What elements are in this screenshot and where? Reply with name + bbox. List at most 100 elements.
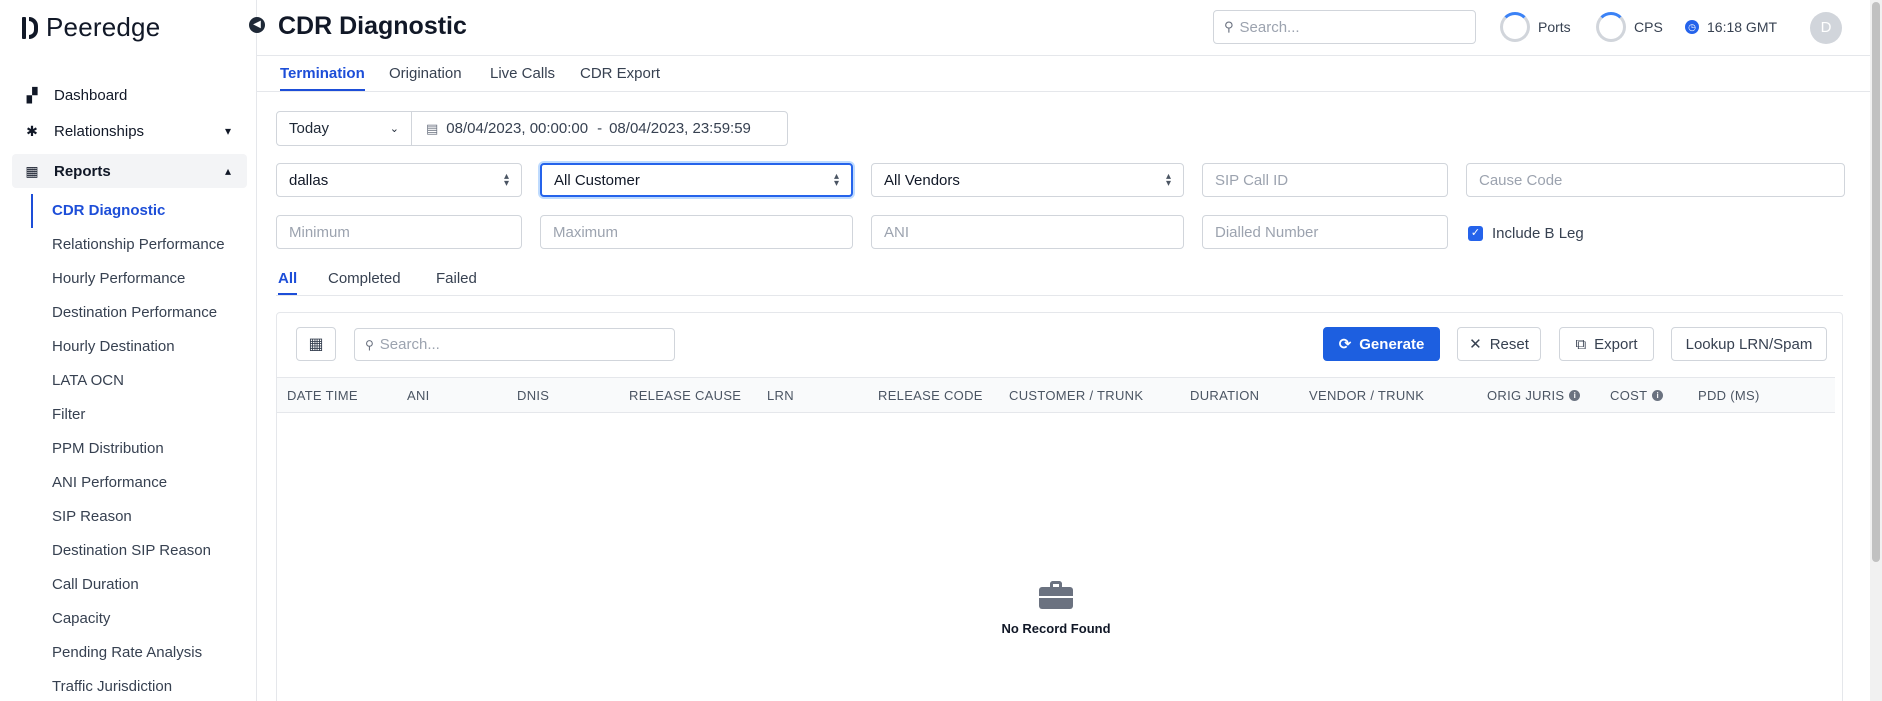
- column-label: DURATION: [1190, 388, 1260, 403]
- tab-completed[interactable]: Completed: [328, 270, 401, 293]
- tab-origination[interactable]: Origination: [389, 65, 462, 89]
- sidebar-subitem-filter[interactable]: Filter: [12, 398, 247, 432]
- cps-label: CPS: [1634, 19, 1663, 35]
- cause-code-input[interactable]: [1466, 163, 1845, 197]
- sidebar-subitem-lata-ocn[interactable]: LATA OCN: [12, 364, 247, 398]
- current-time: 16:18 GMT: [1707, 19, 1778, 35]
- table-header: DATE TIME ANI DNIS RELEASE CAUSE LRN REL…: [277, 377, 1835, 413]
- scrollbar-thumb[interactable]: [1872, 2, 1880, 562]
- sidebar-subitem-ani-performance[interactable]: ANI Performance: [12, 466, 247, 500]
- column-header-orig-juris[interactable]: ORIG JURIS i: [1487, 388, 1581, 403]
- tab-cdr-export[interactable]: CDR Export: [580, 65, 660, 89]
- column-header-release-code[interactable]: RELEASE CODE: [878, 388, 983, 403]
- external-link-icon: ⧉: [1575, 335, 1587, 353]
- tab-live-calls[interactable]: Live Calls: [490, 65, 555, 89]
- checkmark-icon: ✓: [1468, 226, 1483, 241]
- column-header-pdd[interactable]: PDD (MS): [1698, 388, 1760, 403]
- empty-message: No Record Found: [1001, 621, 1111, 636]
- tab-termination[interactable]: Termination: [280, 65, 365, 91]
- relationships-icon: ✱: [26, 122, 38, 139]
- sidebar-subitem-call-duration[interactable]: Call Duration: [12, 568, 247, 602]
- logo[interactable]: Peeredge: [22, 12, 160, 43]
- empty-state: No Record Found: [277, 581, 1835, 636]
- column-label: ORIG JURIS: [1487, 388, 1565, 403]
- chevron-up-icon: ▴: [224, 164, 231, 178]
- sidebar-subitem-ppm-distribution[interactable]: PPM Distribution: [12, 432, 247, 466]
- app-name: Peeredge: [46, 12, 161, 42]
- column-settings-button[interactable]: ▦: [296, 327, 336, 361]
- sidebar-subitem-hourly-performance[interactable]: Hourly Performance: [12, 262, 247, 296]
- column-header-date-time[interactable]: DATE TIME: [287, 388, 358, 403]
- page-scrollbar[interactable]: [1870, 0, 1882, 701]
- column-header-lrn[interactable]: LRN: [767, 388, 794, 403]
- include-b-leg-checkbox[interactable]: ✓ Include B Leg: [1468, 225, 1584, 242]
- export-button[interactable]: ⧉ Export: [1559, 327, 1654, 361]
- customer-select[interactable]: All Customer ▴ ▾: [540, 163, 853, 197]
- updown-icon: ▴ ▾: [833, 171, 839, 189]
- column-header-ani[interactable]: ANI: [407, 388, 430, 403]
- global-search-input[interactable]: ⚲ Search...: [1213, 10, 1476, 44]
- ani-input[interactable]: [871, 215, 1184, 249]
- sidebar-subitem-relationship-performance[interactable]: Relationship Performance: [12, 228, 247, 262]
- sidebar-item-label: Reports: [54, 162, 111, 180]
- tab-all[interactable]: All: [278, 270, 298, 295]
- sip-call-id-input[interactable]: [1202, 163, 1448, 197]
- cps-ring-icon: [1596, 12, 1626, 42]
- column-header-duration[interactable]: DURATION: [1190, 388, 1259, 403]
- generate-label: Generate: [1359, 335, 1425, 353]
- ports-label: Ports: [1538, 19, 1571, 35]
- avatar[interactable]: D: [1810, 12, 1842, 44]
- briefcase-icon: [1039, 581, 1073, 609]
- dialled-number-input[interactable]: [1202, 215, 1448, 249]
- sidebar-subitem-sip-reason[interactable]: SIP Reason: [12, 500, 247, 534]
- sidebar-subitem-capacity[interactable]: Capacity: [12, 602, 247, 636]
- sidebar-subitem-cdr-diagnostic[interactable]: CDR Diagnostic: [31, 194, 247, 228]
- global-search-placeholder: Search...: [1239, 18, 1300, 36]
- column-header-vendor-trunk[interactable]: VENDOR / TRUNK: [1309, 388, 1424, 403]
- column-header-customer-trunk[interactable]: CUSTOMER / TRUNK: [1009, 388, 1143, 403]
- sidebar-item-label: Relationships: [54, 122, 145, 140]
- sidebar-subitem-traffic-jurisdiction[interactable]: Traffic Jurisdiction: [12, 670, 247, 701]
- date-range-picker[interactable]: ▤ 08/04/2023, 00:00:00 - 08/04/2023, 23:…: [412, 112, 787, 145]
- export-label: Export: [1594, 335, 1638, 353]
- info-icon[interactable]: i: [1652, 390, 1664, 401]
- column-header-release-cause[interactable]: RELEASE CAUSE: [629, 388, 741, 403]
- info-icon[interactable]: i: [1569, 390, 1581, 401]
- period-select[interactable]: Today ⌄: [277, 112, 412, 145]
- tab-failed[interactable]: Failed: [436, 270, 477, 293]
- clock-display: ◷ 16:18 GMT: [1685, 19, 1777, 35]
- dashboard-icon: ▞: [26, 86, 38, 103]
- sidebar-item-reports[interactable]: ▦ Reports ▴: [12, 154, 247, 188]
- cps-metric[interactable]: CPS: [1596, 12, 1663, 42]
- updown-icon: ▴ ▾: [1165, 171, 1171, 189]
- table-search-input[interactable]: ⚲ Search...: [354, 328, 675, 361]
- peeredge-logo-icon: [22, 15, 38, 41]
- collapse-sidebar-icon[interactable]: ◀: [249, 17, 265, 33]
- sidebar-item-dashboard[interactable]: ▞ Dashboard: [12, 78, 247, 112]
- date-filter: Today ⌄ ▤ 08/04/2023, 00:00:00 - 08/04/2…: [276, 111, 788, 146]
- minimum-input[interactable]: [276, 215, 522, 249]
- sidebar-subitem-destination-performance[interactable]: Destination Performance: [12, 296, 247, 330]
- page-title: CDR Diagnostic: [278, 12, 467, 40]
- date-end: 08/04/2023, 23:59:59: [609, 120, 751, 137]
- switch-select[interactable]: dallas ▴ ▾: [276, 163, 522, 197]
- maximum-input[interactable]: [540, 215, 853, 249]
- column-header-cost[interactable]: COST i: [1610, 388, 1664, 403]
- reset-button[interactable]: ✕ Reset: [1457, 327, 1541, 361]
- chevron-down-icon: ⌄: [389, 123, 399, 135]
- date-start: 08/04/2023, 00:00:00: [446, 120, 589, 137]
- sidebar-subitem-destination-sip-reason[interactable]: Destination SIP Reason: [12, 534, 247, 568]
- sidebar-subitem-pending-rate-analysis[interactable]: Pending Rate Analysis: [12, 636, 247, 670]
- ports-metric[interactable]: Ports: [1500, 12, 1571, 42]
- include-b-leg-label: Include B Leg: [1492, 225, 1584, 242]
- sidebar-subitem-hourly-destination[interactable]: Hourly Destination: [12, 330, 247, 364]
- reports-icon: ▦: [25, 162, 39, 179]
- vendor-select[interactable]: All Vendors ▴ ▾: [871, 163, 1184, 197]
- generate-button[interactable]: ⟳ Generate: [1323, 327, 1440, 361]
- sidebar-item-relationships[interactable]: ✱ Relationships ▾: [12, 114, 247, 148]
- clock-icon: ◷: [1685, 20, 1699, 34]
- column-header-dnis[interactable]: DNIS: [517, 388, 549, 403]
- lookup-lrn-spam-button[interactable]: Lookup LRN/Spam: [1671, 327, 1827, 361]
- main-tabs: Termination Origination Live Calls CDR E…: [257, 56, 1870, 92]
- column-label: RELEASE CODE: [878, 388, 983, 403]
